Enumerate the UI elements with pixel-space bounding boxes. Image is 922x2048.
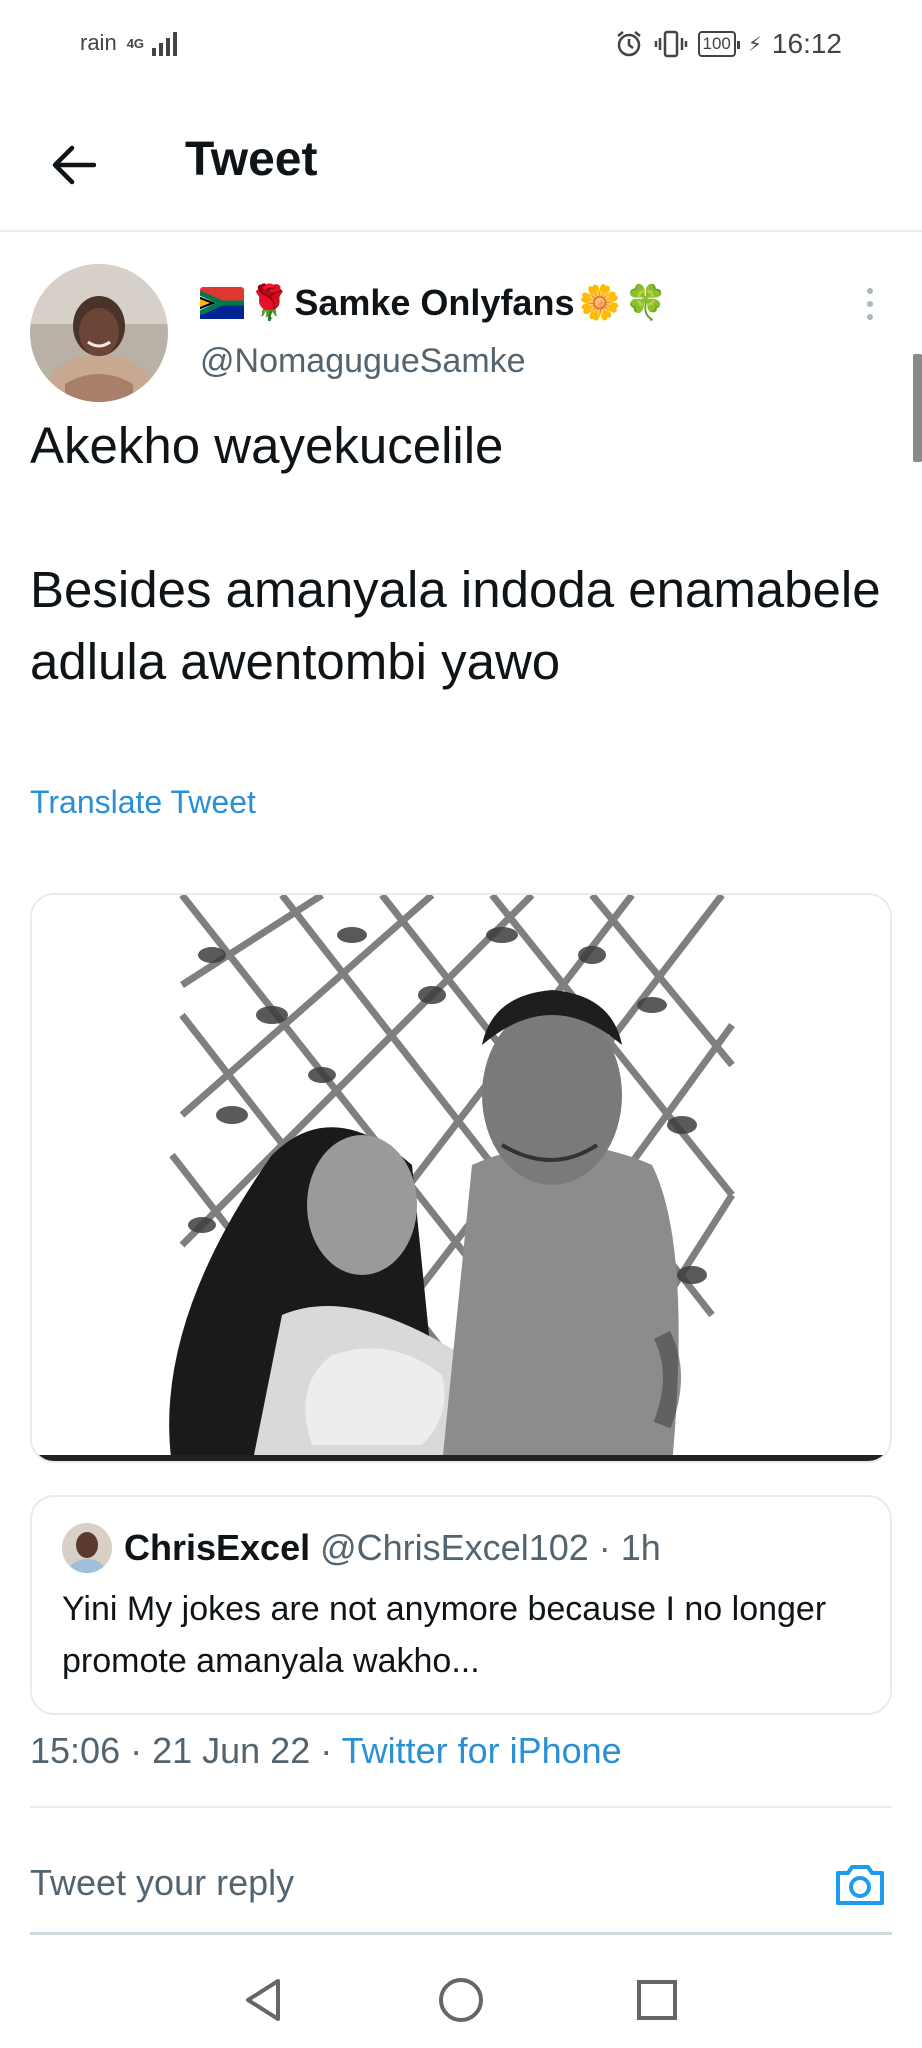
tweet-metadata: 15:06 · 21 Jun 22 · Twitter for iPhone	[30, 1730, 622, 1772]
quoted-tweet-card[interactable]: ChrisExcel @ChrisExcel102 · 1h Yini My j…	[30, 1495, 892, 1715]
charging-icon: ⚡	[747, 33, 762, 56]
camera-icon	[836, 1865, 884, 1905]
nav-recents-button[interactable]	[632, 1975, 682, 2025]
carrier-label: rain	[80, 30, 117, 55]
author-display-name: Samke Onlyfans	[294, 282, 575, 323]
network-type: 4G	[126, 35, 145, 51]
system-navigation-bar	[0, 1955, 922, 2048]
quoted-author-name: ChrisExcel	[124, 1527, 311, 1568]
status-bar-right: 100 ⚡ 16:12	[614, 28, 842, 60]
clock: 16:12	[771, 28, 842, 59]
battery-icon: 100	[697, 31, 741, 57]
blossom-icon: 🌼	[578, 284, 621, 322]
tweet-timestamp: 15:06 · 21 Jun 22 ·	[30, 1730, 342, 1771]
status-bar-left: rain 4G	[80, 30, 178, 56]
back-arrow-icon	[52, 145, 96, 185]
page-title: Tweet	[185, 133, 318, 186]
clover-icon: 🍀	[624, 284, 668, 322]
reply-input-underline	[30, 1932, 892, 1935]
back-button[interactable]	[38, 130, 108, 200]
quoted-author-handle-time: @ChrisExcel102 · 1h	[310, 1527, 661, 1568]
author-handle[interactable]: @NomagugueSamke	[200, 342, 526, 381]
nav-back-button[interactable]	[238, 1975, 288, 2025]
reply-input[interactable]: Tweet your reply	[30, 1862, 294, 1904]
status-bar: rain 4G 100 ⚡ 16:12	[0, 0, 922, 90]
south-africa-flag-icon	[200, 287, 244, 319]
rose-icon: 🌹	[248, 284, 291, 322]
tweet-text: Akekho wayekucelile Besides amanyala ind…	[30, 417, 881, 690]
more-options-button[interactable]	[858, 282, 882, 326]
divider	[30, 1806, 892, 1808]
camera-button[interactable]	[832, 1856, 888, 1912]
alarm-icon	[616, 31, 641, 57]
author-avatar[interactable]	[30, 264, 168, 402]
signal-icon	[152, 30, 178, 56]
nav-recents-icon	[637, 1980, 677, 2020]
nav-back-icon	[246, 1979, 280, 2021]
translate-tweet-link[interactable]: Translate Tweet	[30, 784, 256, 821]
quoted-author-avatar	[62, 1523, 112, 1573]
quoted-author-row: ChrisExcel @ChrisExcel102 · 1h	[124, 1527, 661, 1569]
nav-home-button[interactable]	[436, 1975, 486, 2025]
scrollbar-thumb[interactable]	[913, 354, 922, 462]
nav-home-icon	[439, 1978, 483, 2022]
author-name-row[interactable]: 🌹 Samke Onlyfans 🌼 🍀	[200, 282, 667, 324]
quoted-tweet-text: Yini My jokes are not anymore because I …	[62, 1590, 827, 1680]
tweet-source-link[interactable]: Twitter for iPhone	[342, 1730, 622, 1771]
vibrate-icon	[654, 30, 687, 58]
top-app-bar: Tweet	[0, 90, 922, 232]
tweet-media-image[interactable]	[30, 893, 892, 1463]
more-vertical-icon	[867, 288, 873, 294]
